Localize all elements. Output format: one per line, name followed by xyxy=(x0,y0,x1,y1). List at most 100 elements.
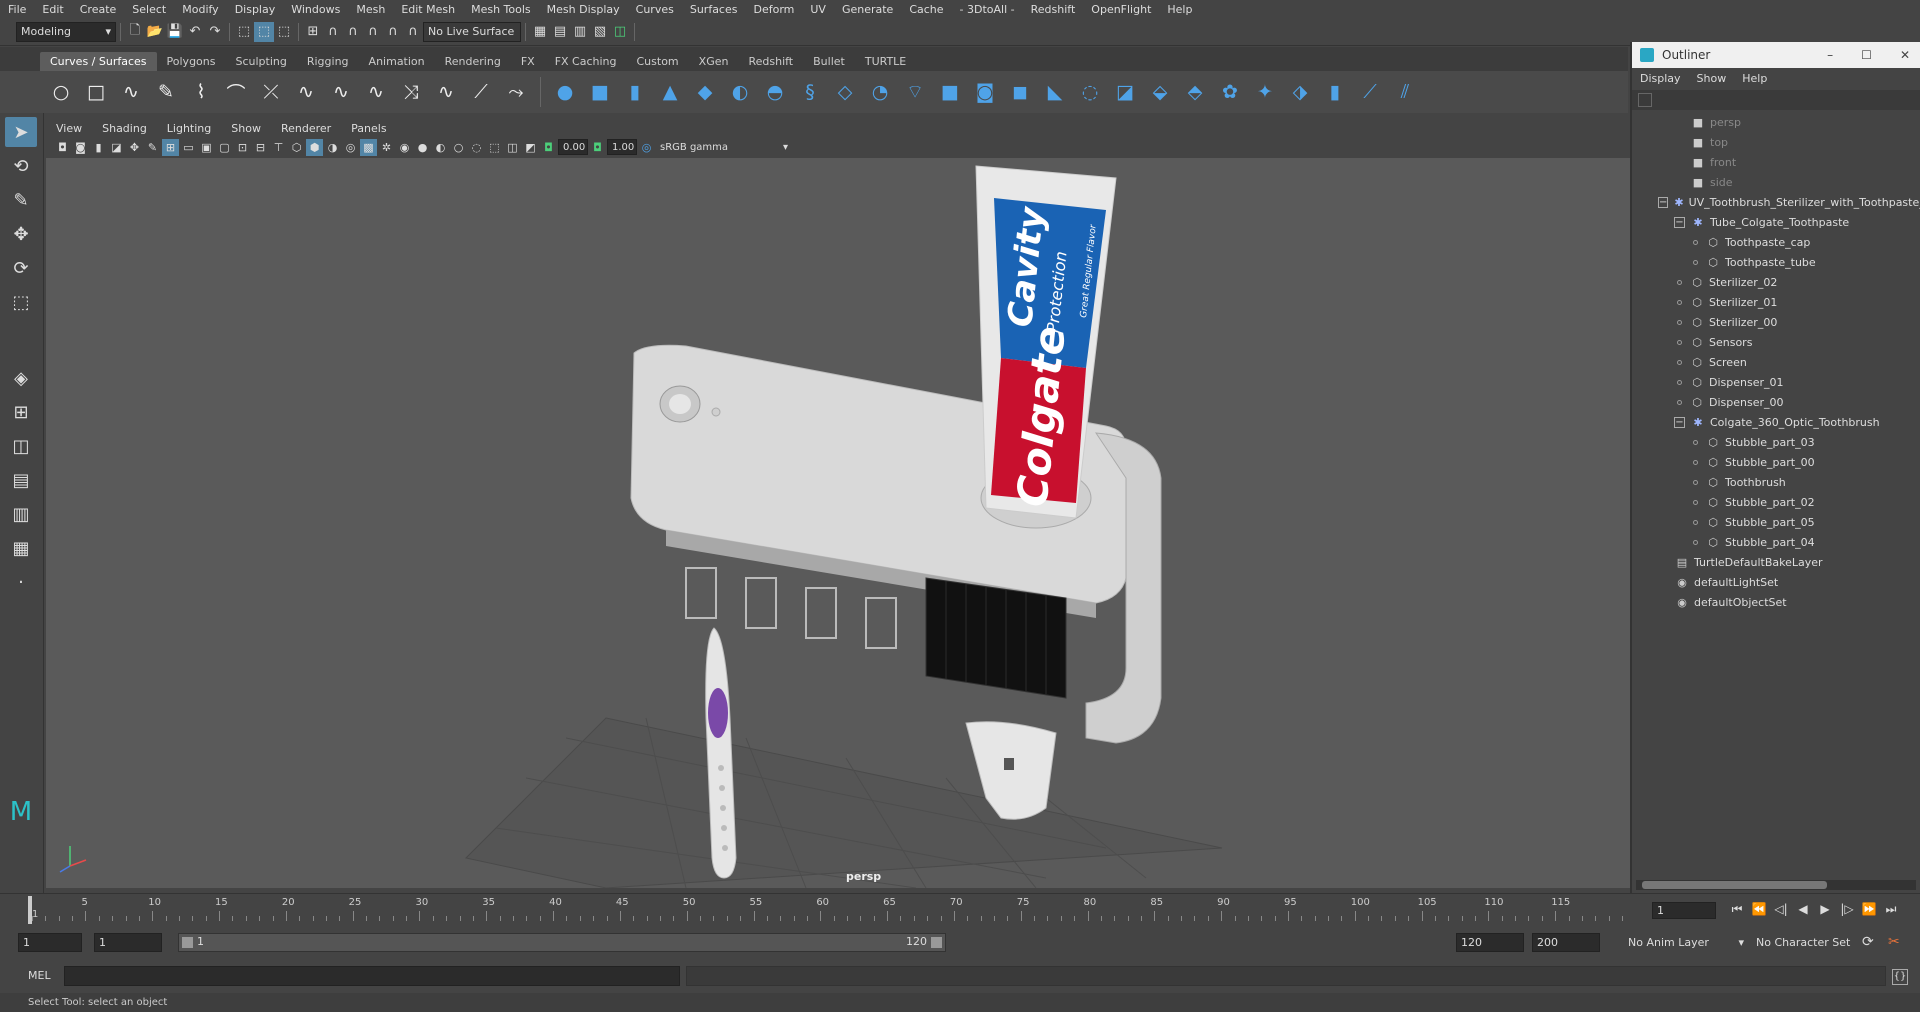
ambient-occlusion-icon[interactable]: ● xyxy=(414,139,431,156)
menu-create[interactable]: Create xyxy=(72,3,125,16)
shelf-tab-sculpting[interactable]: Sculpting xyxy=(225,52,296,71)
layout-single-icon[interactable]: ◈ xyxy=(5,363,37,393)
scrollbar-thumb[interactable] xyxy=(1642,881,1827,889)
pencil-curve-icon[interactable]: ✎ xyxy=(151,77,181,107)
curve-tool-c-icon[interactable]: ∿ xyxy=(326,77,356,107)
outliner-menu-display[interactable]: Display xyxy=(1640,72,1681,85)
trim-icon[interactable]: ◪ xyxy=(1110,77,1140,107)
shelf-tab-turtle[interactable]: TURTLE xyxy=(855,52,916,71)
birail-icon[interactable]: ⌔ xyxy=(900,77,930,107)
rotate-tool-icon[interactable]: ⟳ xyxy=(5,253,37,283)
smooth-shade-icon[interactable]: ⬢ xyxy=(306,138,323,156)
minimize-icon[interactable]: – xyxy=(1827,48,1833,62)
collapse-toggle-icon[interactable]: − xyxy=(1674,416,1685,428)
attach-icon[interactable]: ⬘ xyxy=(1180,77,1210,107)
outliner-hscrollbar[interactable] xyxy=(1636,880,1916,890)
outliner-node[interactable]: ⬡ Stubble_part_05 xyxy=(1632,512,1920,532)
menu-select[interactable]: Select xyxy=(124,3,174,16)
outliner-node[interactable]: ⬡ Sterilizer_00 xyxy=(1632,312,1920,332)
panel-menu-lighting[interactable]: Lighting xyxy=(157,122,221,135)
scene-start-field[interactable]: 1 xyxy=(18,933,82,952)
insert-isoparm-icon[interactable]: ▮ xyxy=(1320,77,1350,107)
exposure-field[interactable]: 0.00 xyxy=(558,139,588,155)
curve-tool-a-icon[interactable]: ⤫ xyxy=(256,77,286,107)
gate-mask-icon[interactable]: ▢ xyxy=(216,139,233,156)
loft-icon[interactable]: § xyxy=(795,77,825,107)
nurbs-cylinder-icon[interactable]: ▮ xyxy=(620,77,650,107)
menu-windows[interactable]: Windows xyxy=(283,3,348,16)
bookmark-icon[interactable]: ▮ xyxy=(90,139,107,156)
gamma-icon[interactable]: ◘ xyxy=(589,139,606,156)
snap-grid-icon[interactable]: ⊞ xyxy=(303,22,323,42)
select-object-icon[interactable]: ⬚ xyxy=(254,21,274,42)
outliner-node[interactable]: ⬡ Stubble_part_03 xyxy=(1632,432,1920,452)
range-bar[interactable]: 1 120 xyxy=(178,933,946,952)
range-end-handle[interactable] xyxy=(931,937,942,948)
grease-pencil-icon[interactable]: ✎ xyxy=(144,139,161,156)
untrim-icon[interactable]: ⬙ xyxy=(1145,77,1175,107)
default-material-icon[interactable]: ◎ xyxy=(342,139,359,156)
exposure-icon[interactable]: ◘ xyxy=(540,139,557,156)
save-scene-icon[interactable]: 💾 xyxy=(165,22,185,42)
nurbs-cube-icon[interactable]: ■ xyxy=(585,77,615,107)
align-icon[interactable]: ✦ xyxy=(1250,77,1280,107)
snap-live-icon[interactable]: ∩ xyxy=(403,22,423,42)
outliner-node[interactable]: ⬡ Dispenser_00 xyxy=(1632,392,1920,412)
curve-tool-g-icon[interactable]: ⟋ xyxy=(466,77,496,107)
outliner-node[interactable]: ⬡ Sterilizer_02 xyxy=(1632,272,1920,292)
menu-3dtoall[interactable]: - 3DtoAll - xyxy=(952,3,1023,16)
render-view-icon[interactable]: ▤ xyxy=(550,22,570,42)
go-to-start-icon[interactable]: ⏮ xyxy=(1728,900,1746,918)
xray-icon[interactable]: ▩ xyxy=(360,138,377,156)
motion-blur-icon[interactable]: ◐ xyxy=(432,139,449,156)
close-icon[interactable]: ✕ xyxy=(1900,48,1910,62)
move-tool-icon[interactable]: ✥ xyxy=(5,219,37,249)
viewport-persp[interactable]: Cavity Protection Great Regular Flavor C… xyxy=(46,158,1630,888)
current-frame-field[interactable]: 1 xyxy=(1652,902,1716,919)
outliner-node[interactable]: − ✱ Tube_Colgate_Toothpaste xyxy=(1632,212,1920,232)
scene-end-field[interactable]: 200 xyxy=(1532,933,1600,952)
gamma-field[interactable]: 1.00 xyxy=(607,139,637,155)
menu-help[interactable]: Help xyxy=(1159,3,1200,16)
shelf-tab-fx[interactable]: FX xyxy=(511,52,545,71)
menu-cache[interactable]: Cache xyxy=(901,3,951,16)
outliner-node[interactable]: ⬡ Toothbrush xyxy=(1632,472,1920,492)
grid-icon[interactable]: ⊞ xyxy=(162,138,179,156)
anim-layer-dropdown[interactable]: No Anim Layer ▾ xyxy=(1628,933,1744,952)
shelf-tab-custom[interactable]: Custom xyxy=(627,52,689,71)
layout-outliner-icon[interactable]: ▤ xyxy=(5,465,37,495)
outliner-node[interactable]: ▤ TurtleDefaultBakeLayer xyxy=(1632,552,1920,572)
curve-tool-h-icon[interactable]: ⤳ xyxy=(501,77,531,107)
scale-tool-icon[interactable]: ⬚ xyxy=(5,287,37,317)
menu-surfaces[interactable]: Surfaces xyxy=(682,3,746,16)
auto-key-icon[interactable]: ⟳ xyxy=(1862,933,1874,952)
camera-attributes-icon[interactable]: ◙ xyxy=(72,139,89,156)
menu-mesh-tools[interactable]: Mesh Tools xyxy=(463,3,539,16)
undo-icon[interactable]: ↶ xyxy=(185,22,205,42)
outliner-node[interactable]: ⬡ Sterilizer_01 xyxy=(1632,292,1920,312)
nurbs-torus-icon[interactable]: ◐ xyxy=(725,77,755,107)
shelf-tab-curves-surfaces[interactable]: Curves / Surfaces xyxy=(40,52,157,71)
outliner-node[interactable]: ⬡ Dispenser_01 xyxy=(1632,372,1920,392)
outliner-node[interactable]: ◉ defaultLightSet xyxy=(1632,572,1920,592)
rebuild-icon[interactable]: ⫽ xyxy=(1390,77,1420,107)
outliner-node[interactable]: ⬡ Screen xyxy=(1632,352,1920,372)
mel-input-field[interactable] xyxy=(64,966,680,986)
render-frame-icon[interactable]: ▥ xyxy=(570,22,590,42)
play-backward-icon[interactable]: ◀ xyxy=(1794,900,1812,918)
outliner-node[interactable]: ■ side xyxy=(1632,172,1920,192)
shelf-tab-rendering[interactable]: Rendering xyxy=(435,52,511,71)
extend-icon[interactable]: ⟋ xyxy=(1355,77,1385,107)
outliner-node[interactable]: ■ front xyxy=(1632,152,1920,172)
shelf-tab-redshift[interactable]: Redshift xyxy=(738,52,803,71)
outliner-node[interactable]: ⬡ Stubble_part_04 xyxy=(1632,532,1920,552)
camera-select-icon[interactable]: ◘ xyxy=(54,139,71,156)
outliner-node[interactable]: − ✱ Colgate_360_Optic_Toothbrush xyxy=(1632,412,1920,432)
outliner-node[interactable]: ■ top xyxy=(1632,132,1920,152)
bevel-icon[interactable]: ■ xyxy=(935,77,965,107)
panel-menu-show[interactable]: Show xyxy=(221,122,271,135)
planar-icon[interactable]: ◇ xyxy=(830,77,860,107)
snap-surface-icon[interactable]: ∩ xyxy=(383,22,403,42)
more-layouts-icon[interactable]: · xyxy=(5,567,37,597)
outliner-node[interactable]: − ✱ UV_Toothbrush_Sterilizer_with_Toothpas… xyxy=(1632,192,1920,212)
